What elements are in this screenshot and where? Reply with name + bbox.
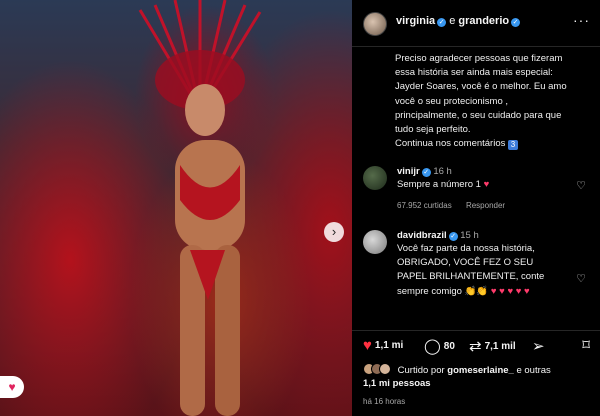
liked-by-middle: e outras <box>516 365 551 376</box>
comment-header: davidbrazil ✓ 15 h <box>397 230 479 241</box>
caption-line: essa história ser ainda mais especial: <box>395 67 553 79</box>
commenter-avatar[interactable] <box>363 230 387 254</box>
comment-text: Você faz parte da nossa história, OBRIGA… <box>397 242 569 299</box>
commenter-avatar[interactable] <box>363 166 387 190</box>
coauthor-username[interactable]: granderio <box>458 15 509 27</box>
comment-line: PAPEL BRILHANTEMENTE, conte <box>397 271 545 283</box>
post-header: virginia ✓ e granderio ✓ ··· <box>352 0 600 47</box>
repost-button[interactable]: ⇄ 7,1 mil <box>469 337 516 355</box>
author-username[interactable]: virginia <box>396 15 435 27</box>
comment-body: Sempre a número 1 <box>397 179 481 190</box>
caption-line: principalmente, o seu cuidado para que <box>395 109 562 121</box>
post-sidebar: virginia ✓ e granderio ✓ ··· Preciso agrad… <box>352 0 600 416</box>
caption-line: Jayder Soares, você é o melhor. Eu amo <box>395 81 567 93</box>
like-comment-icon[interactable]: ♡ <box>576 179 586 192</box>
caption-line-last: Continua nos comentários 3 <box>395 137 591 151</box>
caption-line: tudo seja perfeito. <box>395 124 471 136</box>
like-button[interactable]: ♥ 1,1 mi <box>363 337 403 354</box>
heart-emoji: ♥ <box>483 179 490 190</box>
emoji-sequence: 👏👏 ♥ ♥ ♥ ♥ ♥ <box>464 285 530 297</box>
caption-line: Preciso agradecer pessoas que fizeram <box>395 53 563 64</box>
comment-likes[interactable]: 67.952 curtidas <box>397 201 452 210</box>
send-icon: ➢ <box>532 338 545 355</box>
comment-line: Você faz parte da nossa história, <box>397 243 535 254</box>
post-caption: Preciso agradecer pessoas que fizeram es… <box>395 52 591 151</box>
post-authors: virginia ✓ e granderio ✓ <box>396 15 521 27</box>
liked-by: Curtido por gomeserlaine_ e outras 1,1 m… <box>363 363 551 390</box>
comment-time: 15 h <box>460 230 479 241</box>
post-image[interactable]: › ♥ <box>0 0 352 416</box>
liker-avatar <box>379 363 391 375</box>
comment-line-last: sempre comigo 👏👏 ♥ ♥ ♥ ♥ ♥ <box>397 285 569 299</box>
comment-meta: 67.952 curtidas Responder <box>397 201 517 210</box>
caption-line: Continua nos comentários <box>395 138 506 150</box>
caption-line: você o seu protecionismo , <box>395 95 509 107</box>
next-image-button[interactable]: › <box>324 222 344 242</box>
verified-icon: ✓ <box>437 18 447 27</box>
repost-icon: ⇄ <box>469 338 482 355</box>
verified-icon: ✓ <box>448 232 458 241</box>
likes-count: 1,1 mi <box>374 340 404 351</box>
more-options-icon[interactable]: ··· <box>573 12 590 28</box>
verified-icon: ✓ <box>421 168 431 177</box>
comment-button[interactable]: ◯ 80 <box>424 337 455 355</box>
comment-line: sempre comigo <box>397 285 462 297</box>
author-avatar[interactable] <box>363 12 387 36</box>
keycap-3-emoji: 3 <box>508 140 519 151</box>
liked-by-count[interactable]: 1,1 mi pessoas <box>363 378 431 389</box>
comment-bubble-icon: ◯ <box>424 338 441 355</box>
reply-button[interactable]: Responder <box>466 201 505 210</box>
like-comment-icon[interactable]: ♡ <box>576 272 586 285</box>
comment-line: OBRIGADO, VOCÊ FEZ O SEU <box>397 257 534 269</box>
comment-header: vinijr ✓ 16 h <box>397 166 452 177</box>
author-connector: e <box>449 15 456 27</box>
liked-by-prefix: Curtido por <box>397 365 445 376</box>
dancer-figure <box>175 84 245 416</box>
comments-count: 80 <box>443 341 455 352</box>
comment-text: Sempre a número 1 ♥ <box>397 178 569 192</box>
comment-time: 16 h <box>433 166 452 177</box>
post-time: há 16 horas <box>363 397 406 406</box>
comment-username[interactable]: vinijr <box>397 166 420 177</box>
liked-by-user[interactable]: gomeserlaine_ <box>447 365 514 376</box>
heart-notification-icon: ♥ <box>0 376 24 398</box>
comment-username[interactable]: davidbrazil <box>397 230 447 241</box>
verified-icon: ✓ <box>511 18 521 27</box>
shares-count: 7,1 mil <box>484 341 516 352</box>
share-button[interactable]: ➢ <box>532 337 548 355</box>
save-bookmark-icon[interactable]: ⌑ <box>582 336 590 354</box>
heart-filled-icon: ♥ <box>363 337 372 354</box>
post-actions: ♥ 1,1 mi ◯ 80 ⇄ 7,1 mil ➢ ⌑ <box>352 330 600 361</box>
